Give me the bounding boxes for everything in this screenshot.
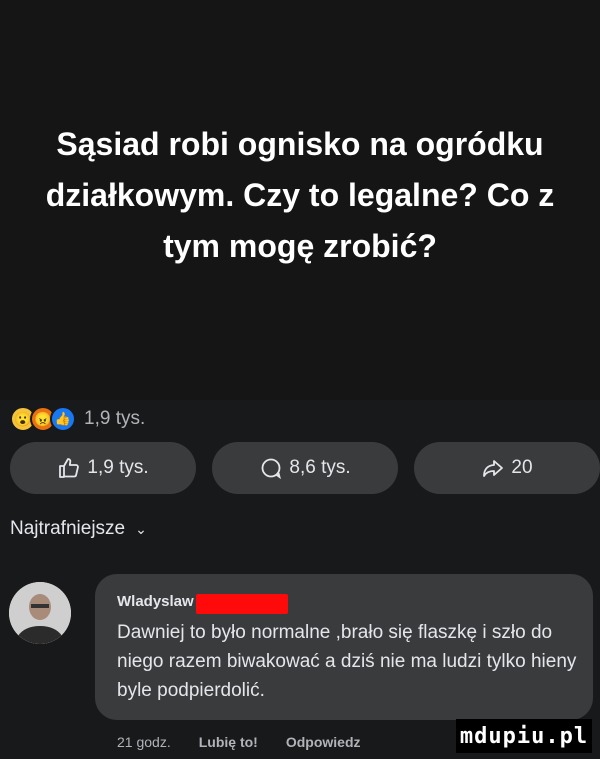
- comment-like-link[interactable]: Lubię to!: [199, 734, 258, 750]
- comment-author[interactable]: Wladyslaw: [117, 593, 194, 610]
- comment-sort-dropdown[interactable]: Najtrafniejsze ⌄: [10, 518, 147, 540]
- like-count: 1,9 tys.: [87, 457, 149, 478]
- like-button[interactable]: 1,9 tys.: [10, 442, 196, 494]
- redaction-mark: [195, 594, 288, 614]
- reactions-summary[interactable]: 😮 😠 👍 1,9 tys.: [10, 404, 145, 434]
- comment-meta: 21 godz. Lubię to! Odpowiedz: [117, 734, 389, 750]
- comment-icon: [261, 458, 282, 480]
- watermark-logo: mdupiu.pl: [456, 719, 592, 753]
- comment-time: 21 godz.: [117, 734, 171, 750]
- comment-bubble: Wladyslaw Dawniej to było normalne ,brał…: [95, 574, 593, 720]
- post-text: Sąsiad robi ognisko na ogródku działkowy…: [45, 125, 555, 264]
- chevron-down-icon: ⌄: [135, 520, 147, 537]
- comment-count: 8,6 tys.: [289, 457, 351, 478]
- thumbs-up-icon: [59, 458, 80, 478]
- avatar-image: [9, 582, 71, 644]
- comment-reply-link[interactable]: Odpowiedz: [286, 734, 361, 750]
- share-button[interactable]: 20: [414, 442, 600, 494]
- share-icon: [483, 460, 504, 477]
- sort-label: Najtrafniejsze: [10, 518, 126, 539]
- comment-text: Dawniej to było normalne ,brało się flas…: [117, 622, 577, 701]
- like-emoji-icon: 👍: [50, 406, 76, 432]
- avatar[interactable]: [9, 582, 71, 644]
- comment-button[interactable]: 8,6 tys.: [212, 442, 398, 494]
- post-card: Sąsiad robi ognisko na ogródku działkowy…: [0, 0, 600, 400]
- share-count: 20: [511, 457, 533, 478]
- reaction-count: 1,9 tys.: [84, 408, 146, 429]
